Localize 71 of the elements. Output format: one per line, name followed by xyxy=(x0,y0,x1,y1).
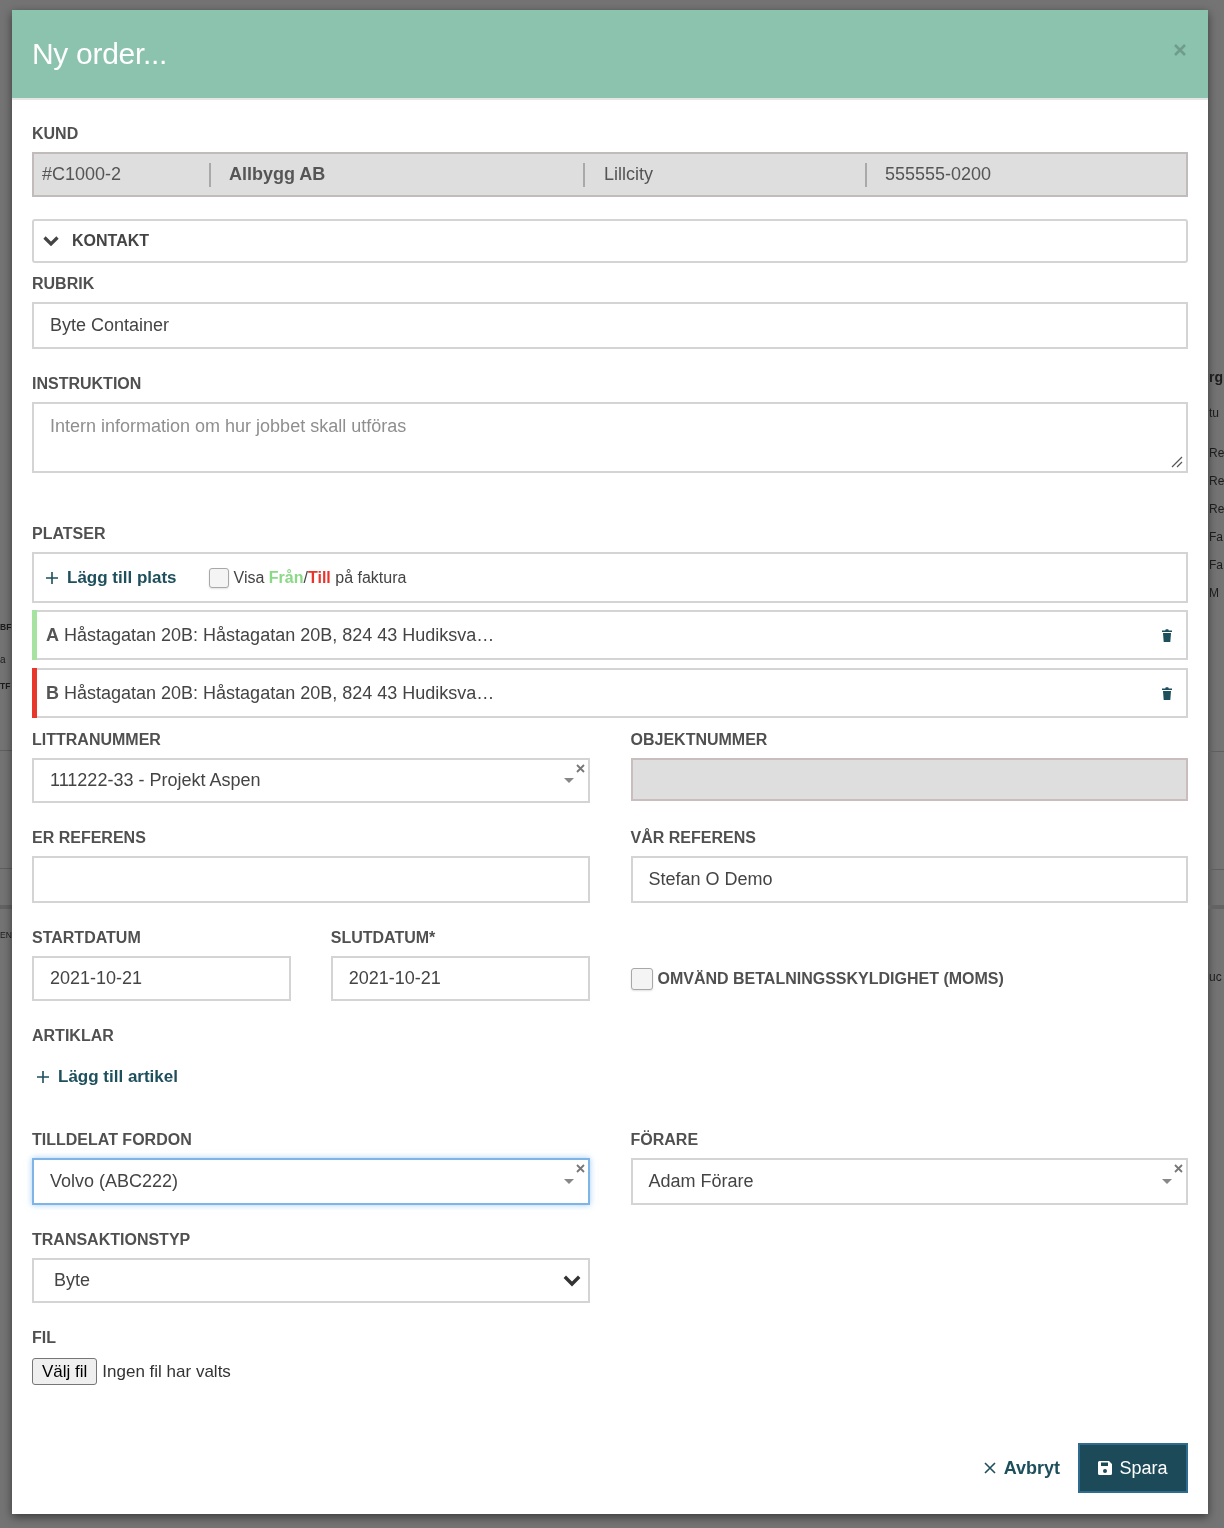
text-input[interactable]: Stefan O Demo xyxy=(630,856,1188,903)
clear-icon[interactable] xyxy=(575,764,585,773)
customer-info-text: Allbygg AB xyxy=(229,164,326,185)
caret-down-icon xyxy=(563,778,574,783)
checkbox[interactable] xyxy=(208,567,229,588)
field-label: TILLDELAT FORDON xyxy=(32,1130,192,1150)
chevron-down-icon xyxy=(562,1274,581,1287)
field-label: KUND xyxy=(32,124,79,144)
checkbox-label: OMVÄND BETALNINGSSKYLDIGHET (MOMS) xyxy=(657,969,1004,988)
background-text: rg xyxy=(1208,368,1223,387)
clear-icon[interactable] xyxy=(1174,1164,1183,1173)
field-label: RUBRIK xyxy=(32,274,95,294)
modal-title: Ny order... xyxy=(32,37,168,71)
field-label: ER REFERENS xyxy=(32,828,146,848)
clear-icon[interactable] xyxy=(575,1164,585,1173)
caret-down-icon xyxy=(563,1179,574,1184)
background-text: Re xyxy=(1208,445,1224,461)
background-text: TF xyxy=(0,680,11,692)
field-label: PLATSER xyxy=(32,524,106,544)
place-row[interactable]: B Håstagatan 20B: Håstagatan 20B, 824 43 Hudiksva… xyxy=(32,668,1188,718)
add-place-link[interactable]: Lägg till plats xyxy=(46,567,177,588)
background-text: uc xyxy=(1208,969,1222,985)
background-text: Fa xyxy=(1208,529,1223,545)
field-label: TRANSAKTIONSTYP xyxy=(32,1230,191,1250)
file-status-text: Ingen fil har valts xyxy=(102,1361,231,1382)
background-text: tu xyxy=(1208,405,1219,421)
background-text: Fa xyxy=(1208,557,1223,573)
place-address: B Håstagatan 20B: Håstagatan 20B, 824 43 Hudiksva… xyxy=(46,682,495,704)
dropdown-select[interactable]: Byte xyxy=(32,1258,590,1303)
cancel-button[interactable]: Avbryt xyxy=(983,1457,1060,1479)
field-label: INSTRUKTION xyxy=(32,374,142,394)
background-text: EN xyxy=(0,929,12,941)
text-input[interactable] xyxy=(32,856,590,903)
background-text: M xyxy=(1208,585,1219,601)
headline-input[interactable]: Byte Container xyxy=(32,302,1188,349)
customer-info-text: #C1000-2 xyxy=(42,164,122,185)
plus-icon xyxy=(46,571,58,584)
close-icon xyxy=(983,1462,996,1474)
select-field[interactable]: 111222-33 - Projekt Aspen xyxy=(32,758,590,803)
select-field[interactable]: Adam Förare xyxy=(630,1158,1188,1205)
background-text: Re xyxy=(1208,501,1224,517)
field-label: OBJEKTNUMMER xyxy=(630,730,768,750)
field-label: LITTRANUMMER xyxy=(32,730,161,750)
caret-down-icon xyxy=(1162,1179,1172,1184)
date-input[interactable]: 2021-10-21 xyxy=(32,956,291,1001)
field-label: VÅR REFERENS xyxy=(630,828,756,848)
background-text: a xyxy=(0,654,6,666)
trash-icon[interactable] xyxy=(1162,628,1172,642)
invoice-option-label: Visa Från/Till på faktura xyxy=(233,568,407,587)
field-label: FÖRARE xyxy=(630,1130,699,1150)
field-label: FIL xyxy=(32,1328,56,1348)
customer-info-text: Lillcity xyxy=(604,164,653,185)
choose-file-button[interactable]: Välj fil xyxy=(32,1358,98,1385)
field-label: SLUTDATUM* xyxy=(330,928,436,948)
plus-icon xyxy=(37,1071,49,1083)
customer-info-text: 555555-0200 xyxy=(885,164,992,185)
place-address: A Håstagatan 20B: Håstagatan 20B, 824 43 Hudiksva… xyxy=(46,624,495,646)
date-input[interactable]: 2021-10-21 xyxy=(330,956,590,1001)
field-label: ARTIKLAR xyxy=(32,1026,114,1046)
background-text: Re xyxy=(1208,473,1224,489)
chevron-down-icon xyxy=(43,236,59,246)
background-text: BF xyxy=(0,621,12,633)
add-article-link[interactable]: Lägg till artikel xyxy=(37,1067,178,1087)
select-field[interactable]: Volvo (ABC222) xyxy=(32,1158,590,1205)
field-label: STARTDATUM xyxy=(32,928,141,948)
checkbox[interactable] xyxy=(630,967,653,990)
place-row[interactable]: A Håstagatan 20B: Håstagatan 20B, 824 43 Hudiksva… xyxy=(32,610,1188,660)
resize-grip-icon[interactable] xyxy=(1171,456,1183,468)
save-button[interactable]: Spara xyxy=(1078,1443,1188,1493)
trash-icon[interactable] xyxy=(1162,686,1172,700)
contact-toggle[interactable]: KONTAKT xyxy=(32,219,1188,263)
